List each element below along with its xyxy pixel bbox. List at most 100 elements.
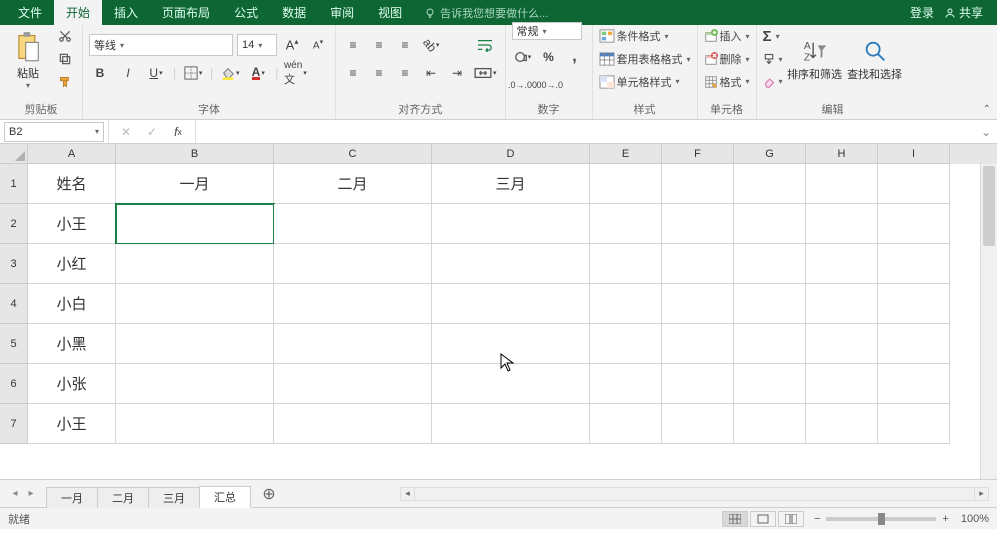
cell-A5[interactable]: 小黑 <box>28 324 116 364</box>
column-header-H[interactable]: H <box>806 144 878 164</box>
comma-button[interactable]: , <box>564 46 586 68</box>
column-header-I[interactable]: I <box>878 144 950 164</box>
format-cells-button[interactable]: 格式▾ <box>704 72 750 91</box>
cell-H5[interactable] <box>806 324 878 364</box>
tab-view[interactable]: 视图 <box>366 0 414 25</box>
find-select-button[interactable]: 查找和选择 <box>847 27 903 93</box>
cell-C4[interactable] <box>274 284 432 324</box>
number-format-combo[interactable]: 常规▾ <box>512 22 582 40</box>
tab-file[interactable]: 文件 <box>6 0 54 25</box>
accounting-format-button[interactable]: ▾ <box>512 46 534 68</box>
sheet-tab-0[interactable]: 一月 <box>46 487 98 508</box>
cell-A4[interactable]: 小白 <box>28 284 116 324</box>
cell-I4[interactable] <box>878 284 950 324</box>
row-header-5[interactable]: 5 <box>0 324 28 364</box>
cell-H6[interactable] <box>806 364 878 404</box>
italic-button[interactable]: I <box>117 62 139 84</box>
cell-D3[interactable] <box>432 244 590 284</box>
align-right-button[interactable]: ≡ <box>394 62 416 84</box>
sheet-tab-2[interactable]: 三月 <box>148 487 200 508</box>
cell-H4[interactable] <box>806 284 878 324</box>
cell-C3[interactable] <box>274 244 432 284</box>
share-button[interactable]: 共享 <box>944 4 983 21</box>
name-box[interactable]: B2▾ <box>4 122 104 142</box>
insert-function-button[interactable]: fx <box>167 121 189 143</box>
cell-F4[interactable] <box>662 284 734 324</box>
cell-I7[interactable] <box>878 404 950 444</box>
copy-button[interactable] <box>54 50 76 69</box>
sheet-nav-prev[interactable]: ◂ <box>8 487 22 501</box>
cell-G2[interactable] <box>734 204 806 244</box>
cell-B6[interactable] <box>116 364 274 404</box>
paste-button[interactable]: 粘贴 ▾ <box>6 27 50 93</box>
cell-D5[interactable] <box>432 324 590 364</box>
enter-formula-button[interactable]: ✓ <box>141 121 163 143</box>
view-page-layout-button[interactable] <box>750 511 776 527</box>
expand-formula-bar-button[interactable]: ⌄ <box>975 125 997 139</box>
fill-button[interactable]: ▾ <box>763 50 783 69</box>
cell-G4[interactable] <box>734 284 806 324</box>
align-middle-button[interactable]: ≡ <box>368 34 390 56</box>
spreadsheet-grid[interactable]: ABCDEFGHI 1姓名一月二月三月2小王3小红4小白5小黑6小张7小王 <box>0 144 997 479</box>
login-button[interactable]: 登录 <box>910 4 934 21</box>
cell-I3[interactable] <box>878 244 950 284</box>
cell-A2[interactable]: 小王 <box>28 204 116 244</box>
cut-button[interactable] <box>54 27 76 46</box>
cell-I6[interactable] <box>878 364 950 404</box>
clear-button[interactable]: ▾ <box>763 72 783 91</box>
decrease-font-button[interactable]: A▾ <box>307 34 329 56</box>
column-header-B[interactable]: B <box>116 144 274 164</box>
border-button[interactable]: ▾ <box>182 62 204 84</box>
cell-C2[interactable] <box>274 204 432 244</box>
column-header-G[interactable]: G <box>734 144 806 164</box>
merge-center-button[interactable]: ▾ <box>472 62 499 84</box>
cell-C7[interactable] <box>274 404 432 444</box>
cell-I1[interactable] <box>878 164 950 204</box>
cell-styles-button[interactable]: 单元格样式▾ <box>599 72 691 91</box>
bold-button[interactable]: B <box>89 62 111 84</box>
collapse-ribbon-button[interactable]: ⌃ <box>983 104 991 115</box>
cell-I2[interactable] <box>878 204 950 244</box>
phonetic-button[interactable]: wén文▾ <box>284 62 306 84</box>
cell-E3[interactable] <box>590 244 662 284</box>
tab-formulas[interactable]: 公式 <box>222 0 270 25</box>
cell-D6[interactable] <box>432 364 590 404</box>
zoom-out-button[interactable]: − <box>814 513 820 525</box>
font-name-combo[interactable]: 等线▾ <box>89 34 233 56</box>
cell-A1[interactable]: 姓名 <box>28 164 116 204</box>
tab-data[interactable]: 数据 <box>270 0 318 25</box>
row-header-1[interactable]: 1 <box>0 164 28 204</box>
column-header-E[interactable]: E <box>590 144 662 164</box>
cell-C5[interactable] <box>274 324 432 364</box>
zoom-slider[interactable] <box>826 517 936 521</box>
font-color-button[interactable]: A▾ <box>247 62 269 84</box>
cell-H3[interactable] <box>806 244 878 284</box>
tab-insert[interactable]: 插入 <box>102 0 150 25</box>
percent-button[interactable]: % <box>538 46 560 68</box>
cell-H1[interactable] <box>806 164 878 204</box>
cell-G7[interactable] <box>734 404 806 444</box>
row-header-6[interactable]: 6 <box>0 364 28 404</box>
delete-cells-button[interactable]: 删除▾ <box>704 50 750 69</box>
tab-review[interactable]: 审阅 <box>318 0 366 25</box>
cell-D1[interactable]: 三月 <box>432 164 590 204</box>
cell-F3[interactable] <box>662 244 734 284</box>
decrease-indent-button[interactable]: ⇤ <box>420 62 442 84</box>
row-header-3[interactable]: 3 <box>0 244 28 284</box>
cancel-formula-button[interactable]: ✕ <box>115 121 137 143</box>
fill-color-button[interactable]: ▾ <box>219 62 241 84</box>
cell-E4[interactable] <box>590 284 662 324</box>
cell-A7[interactable]: 小王 <box>28 404 116 444</box>
insert-cells-button[interactable]: 插入▾ <box>704 27 750 46</box>
cell-B2[interactable] <box>116 204 274 244</box>
vertical-scrollbar[interactable] <box>980 164 997 479</box>
conditional-format-button[interactable]: 条件格式▾ <box>599 27 691 46</box>
cell-D2[interactable] <box>432 204 590 244</box>
select-all-button[interactable] <box>0 144 28 164</box>
cell-E5[interactable] <box>590 324 662 364</box>
cell-E2[interactable] <box>590 204 662 244</box>
cell-B4[interactable] <box>116 284 274 324</box>
sheet-tab-1[interactable]: 二月 <box>97 487 149 508</box>
cell-G6[interactable] <box>734 364 806 404</box>
orientation-button[interactable]: ab▾ <box>420 34 442 56</box>
